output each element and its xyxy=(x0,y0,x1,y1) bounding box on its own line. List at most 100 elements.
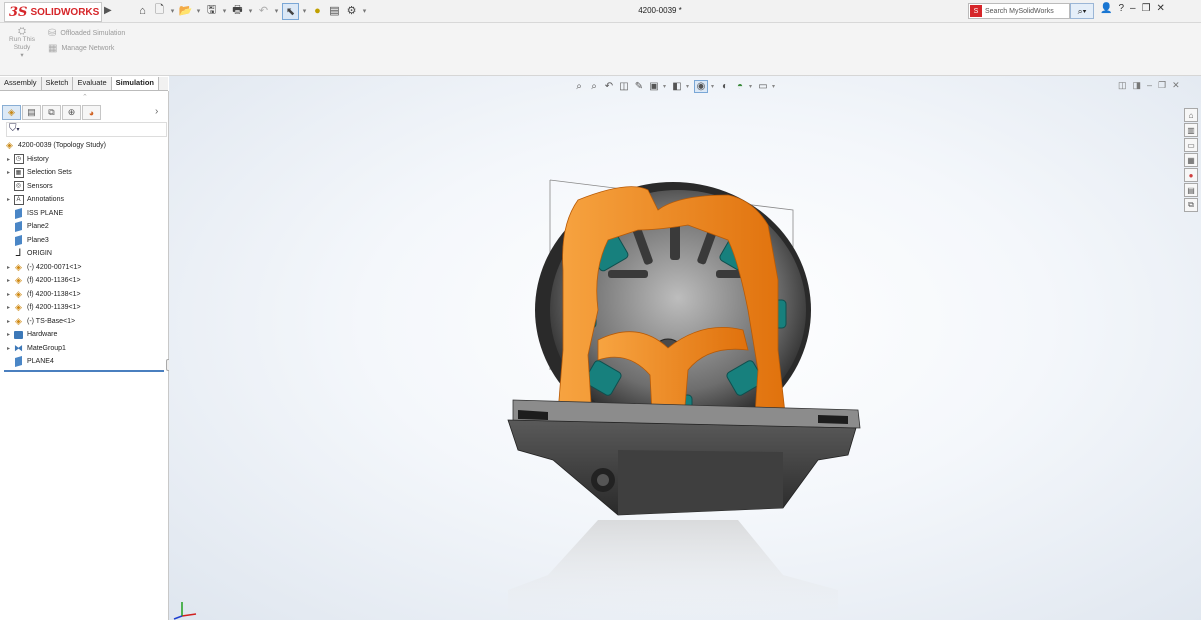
design-library-icon[interactable]: ▥ xyxy=(1184,123,1198,137)
display-style-icon[interactable]: ◧ xyxy=(671,81,683,92)
open-icon[interactable]: 📂 xyxy=(178,3,193,18)
undo-dropdown-icon[interactable]: ▾ xyxy=(273,3,280,18)
expand-icon[interactable]: ▸ xyxy=(4,304,13,311)
property-manager-icon[interactable]: ▤ xyxy=(22,105,41,120)
dimxpert-icon[interactable]: ⊕ xyxy=(62,105,81,120)
file-explorer-icon[interactable]: ▭ xyxy=(1184,138,1198,152)
tree-item-4200-1138[interactable]: ▸ ◈ (f) 4200-1138<1> xyxy=(4,288,168,302)
view-orientation-dropdown-icon[interactable]: ▾ xyxy=(663,83,668,90)
undo-icon[interactable]: ↶ xyxy=(256,3,271,18)
home-icon[interactable]: ⌂ xyxy=(135,3,150,18)
section-view-icon[interactable]: ◫ xyxy=(618,81,630,92)
display-style-dropdown-icon[interactable]: ▾ xyxy=(686,83,691,90)
expand-icon[interactable]: ▸ xyxy=(4,291,13,298)
viewport-minimize-icon[interactable]: – xyxy=(1147,80,1152,91)
hide-show-dropdown-icon[interactable]: ▾ xyxy=(711,83,716,90)
offloaded-simulation-button[interactable]: ⛁ Offloaded Simulation xyxy=(48,28,125,39)
viewport-restore-icon[interactable]: ❐ xyxy=(1158,80,1166,91)
tab-evaluate[interactable]: Evaluate xyxy=(73,77,112,90)
new-document-icon[interactable]: 🗋 xyxy=(152,3,167,18)
panel-collapse-handle[interactable]: ⌃ xyxy=(82,93,88,101)
hide-show-items-icon[interactable]: ◉ xyxy=(694,80,708,93)
viewport-close-icon[interactable]: ✕ xyxy=(1172,80,1180,91)
open-dropdown-icon[interactable]: ▾ xyxy=(195,3,202,18)
run-study-dropdown-icon[interactable]: ▾ xyxy=(6,52,38,60)
view-palette-icon[interactable]: ▦ xyxy=(1184,153,1198,167)
display-manager-icon[interactable]: ◕ xyxy=(82,105,101,120)
tree-item-4200-1136[interactable]: ▸ ◈ (f) 4200-1136<1> xyxy=(4,274,168,288)
rollback-bar[interactable] xyxy=(4,370,164,372)
print-dropdown-icon[interactable]: ▾ xyxy=(247,3,254,18)
simulation-advisor-icon[interactable]: ⧉ xyxy=(1184,198,1198,212)
options-dropdown-icon[interactable]: ▾ xyxy=(361,3,368,18)
tree-item-plane3[interactable]: Plane3 xyxy=(4,234,168,248)
tree-root[interactable]: ◈ 4200-0039 (Topology Study) xyxy=(4,139,168,153)
view-settings-icon[interactable]: ▭ xyxy=(757,81,769,92)
tile-icon[interactable]: ◫ xyxy=(1118,80,1127,91)
view-settings-dropdown-icon[interactable]: ▾ xyxy=(772,83,777,90)
tree-item-sensors[interactable]: ◎ Sensors xyxy=(4,180,168,194)
run-study-button[interactable]: ⛭ Run This Study ▾ xyxy=(6,27,38,60)
solidworks-logo[interactable]: 3S SOLIDWORKS xyxy=(4,2,102,22)
assembly-icon: ◈ xyxy=(15,275,22,286)
zoom-to-fit-icon[interactable]: ⌕ xyxy=(573,81,585,92)
custom-properties-icon[interactable]: ▤ xyxy=(1184,183,1198,197)
user-icon[interactable]: 👤 xyxy=(1100,3,1112,14)
edit-appearance-icon[interactable]: ◐ xyxy=(719,81,731,92)
manage-network-button[interactable]: ▦ Manage Network xyxy=(48,43,114,54)
new-dropdown-icon[interactable]: ▾ xyxy=(169,3,176,18)
tree-item-ts-base[interactable]: ▸ ◈ (-) TS-Base<1> xyxy=(4,315,168,329)
solidworks-resources-icon[interactable]: ⌂ xyxy=(1184,108,1198,122)
topology-model-render[interactable] xyxy=(488,170,868,620)
expand-icon[interactable]: ▸ xyxy=(4,196,13,203)
tree-item-mategroup1[interactable]: ▸ ⧓ MateGroup1 xyxy=(4,342,168,356)
minimize-icon[interactable]: – xyxy=(1130,3,1136,14)
select-dropdown-icon[interactable]: ▾ xyxy=(301,3,308,18)
expand-icon[interactable]: ▸ xyxy=(4,331,13,338)
apply-scene-icon[interactable]: ◓ xyxy=(734,81,746,92)
help-icon[interactable]: ? xyxy=(1118,3,1124,14)
tree-filter-icon[interactable]: ⛉▾ xyxy=(6,122,167,137)
expand-icon[interactable]: ▸ xyxy=(4,169,13,176)
print-icon[interactable]: 🖶 xyxy=(230,3,245,18)
close-icon[interactable]: ✕ xyxy=(1157,3,1165,14)
previous-view-icon[interactable]: ↶ xyxy=(603,81,615,92)
expand-icon[interactable]: ▸ xyxy=(4,345,13,352)
options-gear-icon[interactable]: ⚙ xyxy=(344,3,359,18)
dynamic-annotation-icon[interactable]: ✎ xyxy=(633,81,645,92)
tree-item-origin[interactable]: ⅃ ORIGIN xyxy=(4,247,168,261)
tab-sketch[interactable]: Sketch xyxy=(42,77,74,90)
tree-item-4200-1139[interactable]: ▸ ◈ (f) 4200-1139<1> xyxy=(4,301,168,315)
restore-icon[interactable]: ❐ xyxy=(1142,3,1151,14)
save-dropdown-icon[interactable]: ▾ xyxy=(221,3,228,18)
tree-item-history[interactable]: ▸ ◷ History xyxy=(4,153,168,167)
view-orientation-icon[interactable]: ▣ xyxy=(648,81,660,92)
search-icon[interactable]: ⌕▾ xyxy=(1070,3,1094,19)
zoom-to-area-icon[interactable]: ⌕ xyxy=(588,81,600,92)
save-icon[interactable]: 🖫 xyxy=(204,3,219,18)
tree-item-iss-plane[interactable]: ISS PLANE xyxy=(4,207,168,221)
rebuild-icon[interactable]: ● xyxy=(310,3,325,18)
expand-icon[interactable]: ▸ xyxy=(4,277,13,284)
panel-more-icon[interactable]: › xyxy=(155,106,158,117)
menu-expand-icon[interactable]: ▶ xyxy=(104,5,112,16)
configuration-manager-icon[interactable]: ⧉ xyxy=(42,105,61,120)
tree-item-annotations[interactable]: ▸ A Annotations xyxy=(4,193,168,207)
tile-vertical-icon[interactable]: ◨ xyxy=(1133,80,1142,91)
tab-assembly[interactable]: Assembly xyxy=(0,77,42,90)
appearances-icon[interactable]: ● xyxy=(1184,168,1198,182)
apply-scene-dropdown-icon[interactable]: ▾ xyxy=(749,83,754,90)
feature-manager-icon[interactable]: ◈ xyxy=(2,105,21,120)
search-input[interactable]: S Search MySolidWorks xyxy=(968,3,1070,19)
file-properties-icon[interactable]: ▤ xyxy=(327,3,342,18)
tree-item-plane4[interactable]: PLANE4 xyxy=(4,355,168,369)
tree-item-selection-sets[interactable]: ▸ ▦ Selection Sets xyxy=(4,166,168,180)
tree-item-plane2[interactable]: Plane2 xyxy=(4,220,168,234)
select-icon[interactable]: ⬉ xyxy=(282,3,299,20)
tree-item-4200-0071[interactable]: ▸ ◈ (-) 4200-0071<1> xyxy=(4,261,168,275)
expand-icon[interactable]: ▸ xyxy=(4,318,13,325)
tab-simulation[interactable]: Simulation xyxy=(111,77,159,90)
expand-icon[interactable]: ▸ xyxy=(4,156,13,163)
tree-item-hardware[interactable]: ▸ Hardware xyxy=(4,328,168,342)
expand-icon[interactable]: ▸ xyxy=(4,264,13,271)
